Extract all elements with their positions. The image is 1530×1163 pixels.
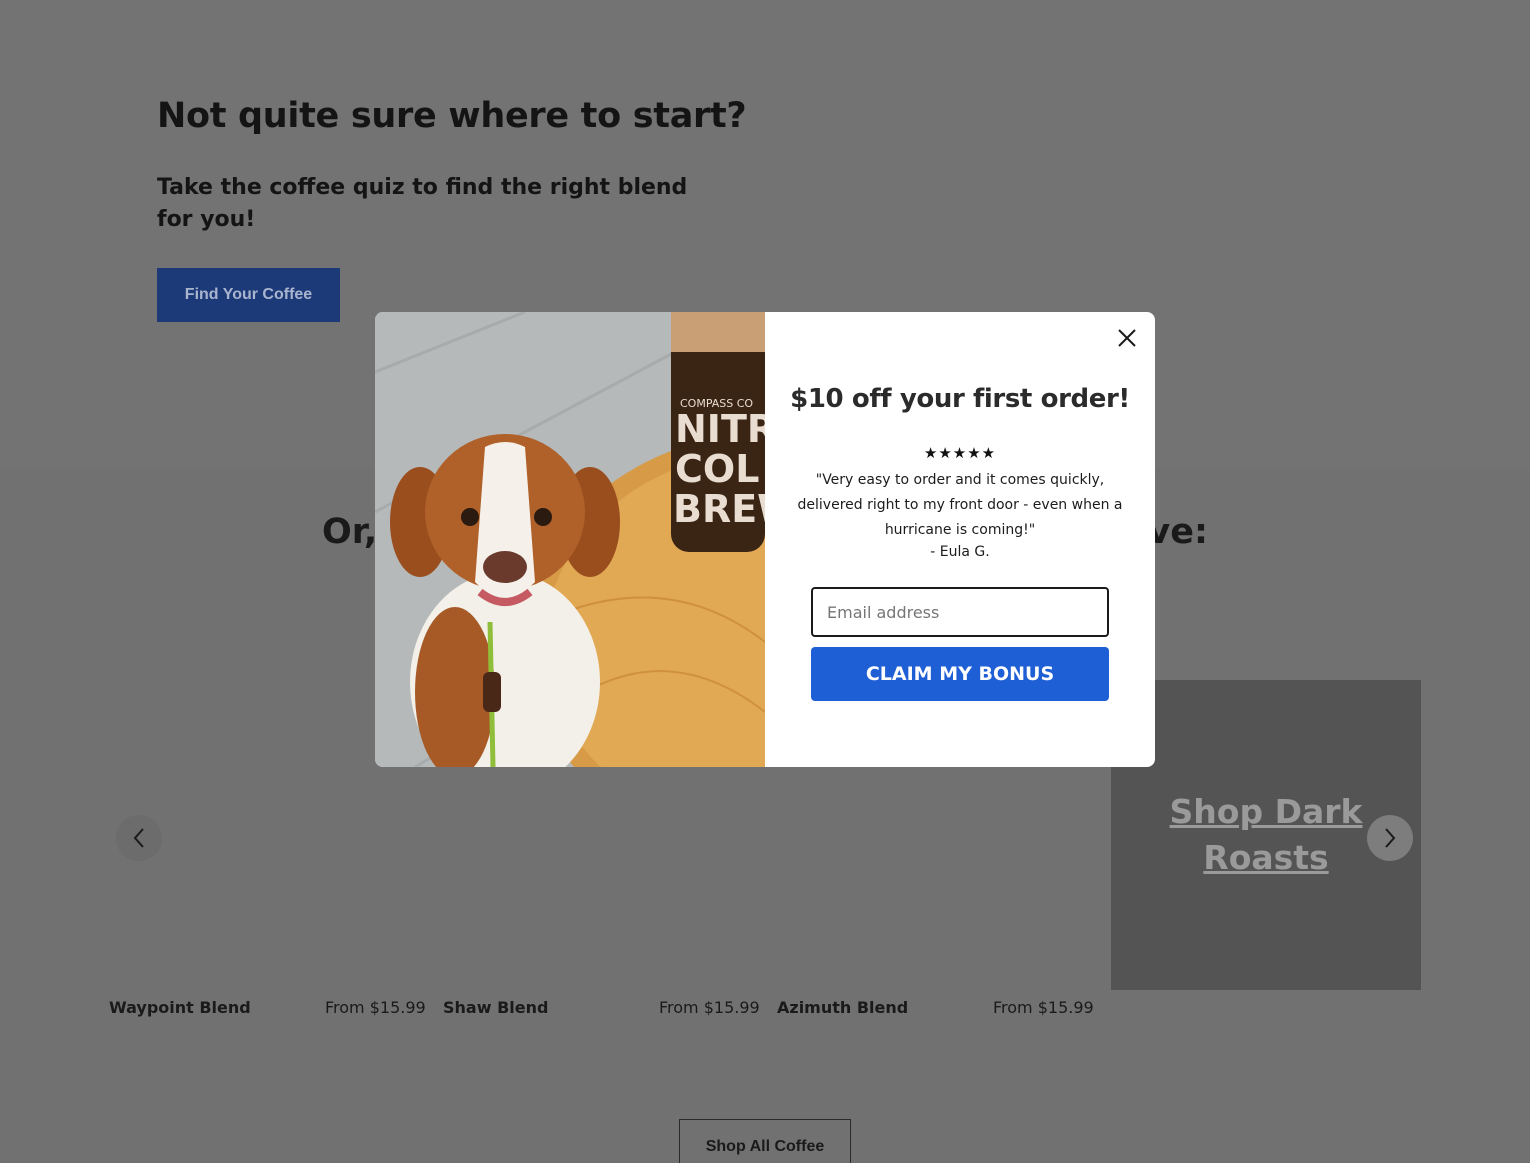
shop-dark-roasts-link[interactable]: Shop Dark Roasts xyxy=(1156,789,1376,881)
discount-popup: COMPASS CO NITR COL BREW $10 off your xyxy=(375,312,1155,767)
testimonial-quote: "Very easy to order and it comes quickly… xyxy=(797,472,1123,538)
quiz-title: Not quite sure where to start? xyxy=(157,96,747,136)
dog-with-cold-brew-photo: COMPASS CO NITR COL BREW xyxy=(375,312,765,767)
product-name[interactable]: Waypoint Blend xyxy=(109,998,251,1017)
product-price: From $15.99 xyxy=(659,998,760,1017)
carousel-next-button[interactable] xyxy=(1367,815,1413,861)
chevron-right-icon xyxy=(1385,828,1396,848)
product-price: From $15.99 xyxy=(993,998,1094,1017)
product-name[interactable]: Azimuth Blend xyxy=(777,998,908,1017)
claim-bonus-button[interactable]: CLAIM MY BONUS xyxy=(811,647,1109,701)
email-field[interactable] xyxy=(811,587,1109,637)
shop-all-coffee-button[interactable]: Shop All Coffee xyxy=(679,1119,851,1163)
glass-text-line2: COL xyxy=(675,447,759,491)
product-price: From $15.99 xyxy=(325,998,426,1017)
rating-stars: ★★★★★ xyxy=(923,444,997,462)
glass-text-line1: NITR xyxy=(675,407,765,451)
chevron-left-icon xyxy=(133,828,144,848)
quiz-subtitle: Take the coffee quiz to find the right b… xyxy=(157,175,688,232)
testimonial-author: - Eula G. xyxy=(930,544,990,560)
glass-text-line3: BREW xyxy=(673,487,765,531)
offer-title: $10 off your first order! xyxy=(790,384,1130,414)
photo-illustration: COMPASS CO NITR COL BREW xyxy=(375,312,765,767)
close-popup-button[interactable] xyxy=(1115,326,1139,350)
close-icon xyxy=(1118,329,1136,347)
product-name[interactable]: Shaw Blend xyxy=(443,998,548,1017)
carousel-prev-button[interactable] xyxy=(116,815,162,861)
find-your-coffee-button[interactable]: Find Your Coffee xyxy=(157,268,340,322)
popup-content: $10 off your first order! ★★★★★ "Very ea… xyxy=(765,312,1155,767)
